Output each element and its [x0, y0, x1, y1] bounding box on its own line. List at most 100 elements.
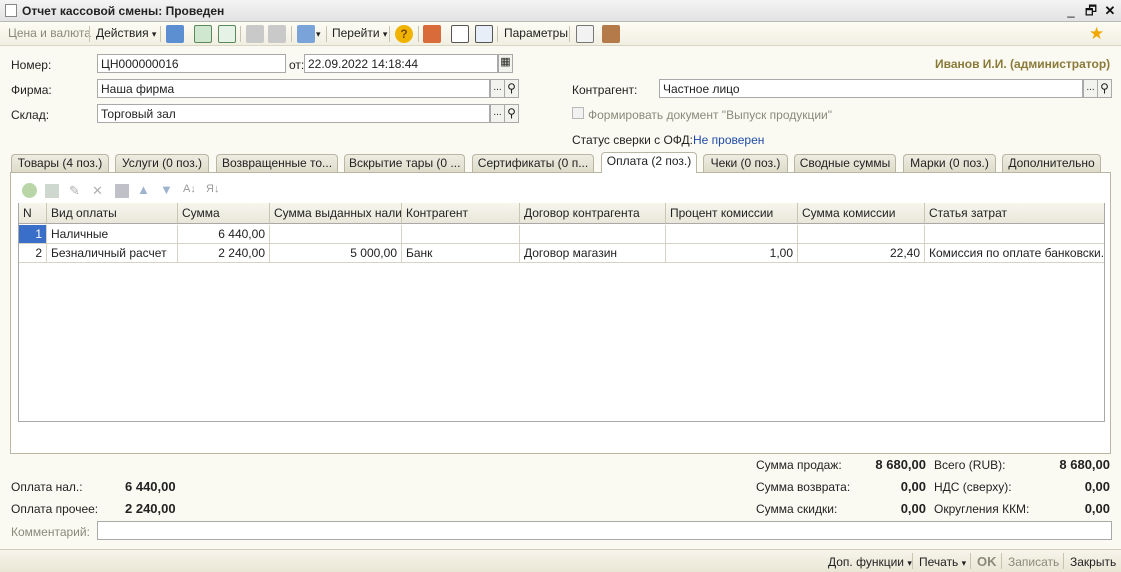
column-header-payment-type[interactable]: Вид оплаты — [47, 203, 178, 224]
create-based-on-icon[interactable] — [297, 25, 315, 43]
table-cell[interactable]: Безналичный расчет — [47, 244, 178, 263]
edit-row-icon[interactable]: ✎ — [69, 183, 80, 199]
post-icon[interactable] — [194, 25, 212, 43]
column-header-commission-amount[interactable]: Сумма комиссии — [798, 203, 925, 224]
form-doc-checkbox[interactable] — [572, 107, 584, 119]
bottom-separator — [1001, 553, 1002, 569]
other-payment-label: Оплата прочее: — [11, 502, 99, 516]
tab-goods[interactable]: Товары (4 поз.) — [11, 154, 109, 172]
current-user: Иванов И.И. (администратор) — [935, 57, 1111, 71]
counterparty-select-button[interactable]: ... — [1083, 79, 1098, 98]
firm-select-button[interactable]: ... — [490, 79, 505, 98]
close-button[interactable]: Закрыть — [1070, 555, 1116, 569]
column-header-contract[interactable]: Договор контрагента — [520, 203, 666, 224]
table-cell[interactable]: 2 240,00 — [178, 244, 270, 263]
number-field[interactable]: ЦН000000016 — [97, 54, 286, 73]
table-cell[interactable]: Банк — [402, 244, 520, 263]
copy-doc-icon[interactable] — [246, 25, 264, 43]
total-label: Всего (RUB): — [934, 458, 1006, 472]
table-cell[interactable] — [270, 225, 402, 244]
date-label: от: — [289, 58, 305, 72]
column-header-counterparty[interactable]: Контрагент — [402, 203, 520, 224]
warehouse-select-button[interactable]: ... — [490, 104, 505, 123]
warehouse-field[interactable]: Торговый зал — [97, 104, 490, 123]
delete-row-icon[interactable]: ✕ — [92, 183, 103, 199]
minimize-button[interactable]: _ — [1062, 2, 1080, 19]
extra-functions-button[interactable]: Доп. функции ▾ — [828, 555, 912, 569]
toolbar-separator — [89, 26, 90, 42]
restore-button[interactable]: 🗗 — [1082, 2, 1100, 19]
table-cell[interactable] — [520, 225, 666, 244]
move-down-icon[interactable]: ▼ — [160, 182, 173, 197]
table-cell[interactable]: Договор магазин — [520, 244, 666, 263]
comment-field[interactable] — [97, 521, 1112, 540]
search-icon[interactable]: ⚲ — [504, 79, 519, 98]
table-cell[interactable]: Наличные — [47, 225, 178, 244]
actions-menu-button[interactable]: Действия ▾ — [96, 26, 156, 40]
toolbar-separator — [569, 26, 570, 42]
add-row-icon[interactable] — [22, 183, 37, 198]
tab-services[interactable]: Услуги (0 поз.) — [115, 154, 209, 172]
date-field[interactable]: 22.09.2022 14:18:44 — [304, 54, 498, 73]
star-icon[interactable]: ★ — [1089, 24, 1104, 44]
price-currency-button[interactable]: Цена и валюта — [8, 26, 91, 40]
table-cell[interactable]: 6 440,00 — [178, 225, 270, 244]
save-button[interactable]: Записать — [1008, 555, 1059, 569]
movements-icon[interactable] — [451, 25, 469, 43]
table-cell[interactable] — [798, 225, 925, 244]
table-cell[interactable]: 5 000,00 — [270, 244, 402, 263]
tab-marks[interactable]: Марки (0 поз.) — [903, 154, 996, 172]
help-icon[interactable]: ? — [395, 25, 413, 43]
ofd-status-link[interactable]: Не проверен — [693, 133, 764, 147]
counterparty-field[interactable]: Частное лицо — [659, 79, 1083, 98]
search-icon[interactable]: ⚲ — [1097, 79, 1112, 98]
rounding-label: Округления ККМ: — [934, 502, 1030, 516]
table-cell[interactable]: 22,40 — [798, 244, 925, 263]
tab-returned[interactable]: Возвращенные то... — [216, 154, 338, 172]
ok-button[interactable]: OK — [977, 554, 997, 569]
tab-summary[interactable]: Сводные суммы — [794, 154, 896, 172]
paste-doc-icon[interactable] — [268, 25, 286, 43]
column-header-amount[interactable]: Сумма — [178, 203, 270, 224]
pages-icon[interactable] — [576, 25, 594, 43]
refresh-icon[interactable] — [218, 25, 236, 43]
goto-menu-button[interactable]: Перейти ▾ — [332, 26, 387, 40]
table-cell[interactable] — [402, 225, 520, 244]
table-cell[interactable] — [666, 225, 798, 244]
list-settings-icon[interactable] — [475, 25, 493, 43]
search-icon[interactable]: ⚲ — [504, 104, 519, 123]
chevron-down-icon: ▾ — [316, 29, 321, 39]
print-button[interactable]: Печать ▾ — [919, 555, 966, 569]
firm-field[interactable]: Наша фирма — [97, 79, 490, 98]
post-and-close-icon[interactable] — [166, 25, 184, 43]
tab-receipts[interactable]: Чеки (0 поз.) — [703, 154, 788, 172]
sort-desc-icon[interactable]: Я↓ — [206, 183, 219, 195]
parameters-button[interactable]: Параметры — [504, 26, 568, 40]
chevron-down-icon: ▾ — [151, 29, 157, 39]
tab-payment[interactable]: Оплата (2 поз.) — [601, 152, 697, 173]
column-header-expense-item[interactable]: Статья затрат — [925, 203, 1104, 224]
vat-label: НДС (сверху): — [934, 480, 1012, 494]
print-preview-icon[interactable] — [602, 25, 620, 43]
table-cell[interactable]: 1,00 — [666, 244, 798, 263]
table-row-number[interactable]: 1 — [19, 225, 47, 244]
number-label: Номер: — [11, 58, 52, 72]
structure-tree-icon[interactable] — [423, 25, 441, 43]
column-header-commission-percent[interactable]: Процент комиссии — [666, 203, 798, 224]
copy-row-icon[interactable] — [45, 184, 59, 198]
sort-asc-icon[interactable]: A↓ — [183, 183, 196, 195]
tab-tare-opening[interactable]: Вскрытие тары (0 ... — [344, 154, 465, 172]
bottom-bar: Доп. функции ▾ Печать ▾ OK Записать Закр… — [0, 549, 1121, 572]
column-header-cash-issued[interactable]: Сумма выданных нали... — [270, 203, 402, 224]
column-header-n[interactable]: N — [19, 203, 47, 224]
table-cell[interactable] — [925, 225, 1104, 244]
save-row-icon[interactable] — [115, 184, 129, 198]
form-doc-label: Формировать документ "Выпуск продукции" — [588, 108, 833, 122]
tab-additional[interactable]: Дополнительно — [1002, 154, 1101, 172]
table-row-number[interactable]: 2 — [19, 244, 47, 263]
calendar-icon[interactable]: ▦ — [498, 54, 513, 73]
table-cell[interactable]: Комиссия по оплате банковски... — [925, 244, 1104, 263]
close-window-button[interactable]: ✕ — [1101, 2, 1119, 19]
tab-certificates[interactable]: Сертификаты (0 п... — [472, 154, 594, 172]
move-up-icon[interactable]: ▲ — [137, 182, 150, 197]
